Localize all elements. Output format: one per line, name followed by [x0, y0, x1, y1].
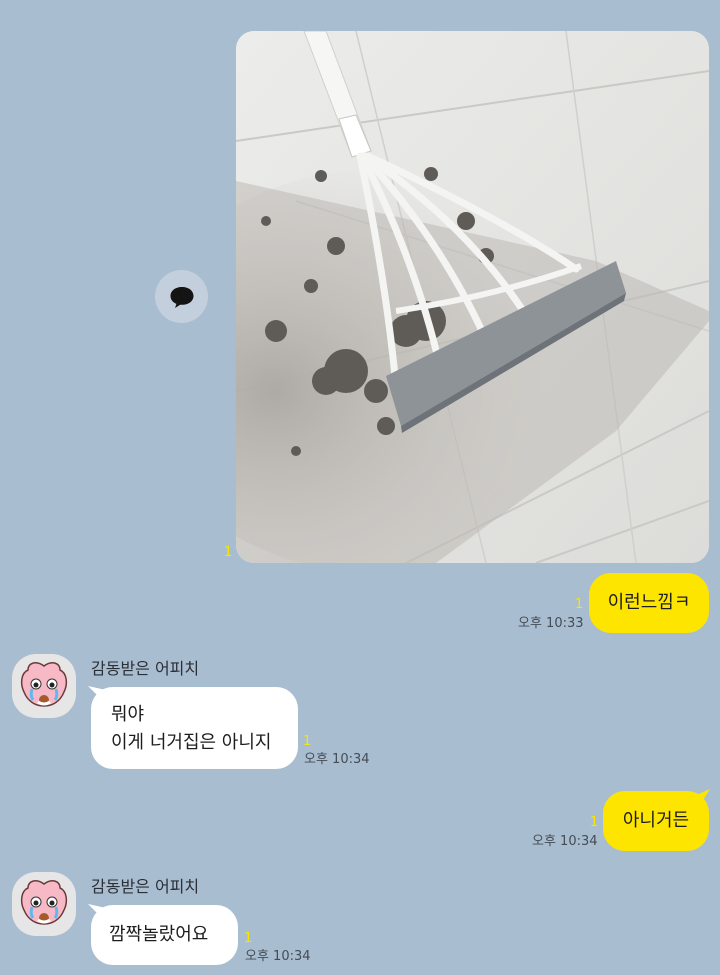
my-message-bubble[interactable]: 아니거든 [603, 791, 709, 851]
unread-count: 1 [244, 931, 253, 946]
peach-character-icon [20, 880, 68, 925]
message-timestamp: 오후 10:33 [518, 616, 584, 631]
unread-count: 1 [224, 545, 233, 560]
broom-photo [236, 31, 709, 563]
message-text: 아니거든 [622, 810, 690, 831]
unread-count: 1 [590, 815, 599, 830]
message-line: 뭐야 [111, 704, 145, 725]
message-text: 깜짝놀랐어요 [109, 924, 209, 945]
message-timestamp: 오후 10:34 [304, 752, 370, 767]
unread-count: 1 [575, 597, 584, 612]
message-line: 이게 너거집은 아니지 [111, 732, 272, 753]
avatar[interactable] [12, 872, 76, 936]
sender-name: 감동받은 어피치 [91, 659, 200, 678]
unread-count: 1 [303, 734, 312, 749]
avatar[interactable] [12, 654, 76, 718]
share-button[interactable] [155, 270, 208, 323]
their-message-bubble[interactable]: 깜짝놀랐어요 [91, 905, 238, 965]
message-timestamp: 오후 10:34 [532, 834, 598, 849]
message-text: 이런느낌ㅋ [607, 592, 691, 613]
image-message[interactable] [236, 31, 709, 563]
peach-character-icon [20, 662, 68, 707]
speech-bubble-icon [170, 286, 193, 308]
sender-name: 감동받은 어피치 [91, 877, 200, 896]
my-message-bubble[interactable]: 이런느낌ㅋ [589, 573, 709, 633]
message-timestamp: 오후 10:34 [245, 949, 311, 964]
their-message-bubble[interactable]: 뭐야 이게 너거집은 아니지 [91, 687, 298, 769]
